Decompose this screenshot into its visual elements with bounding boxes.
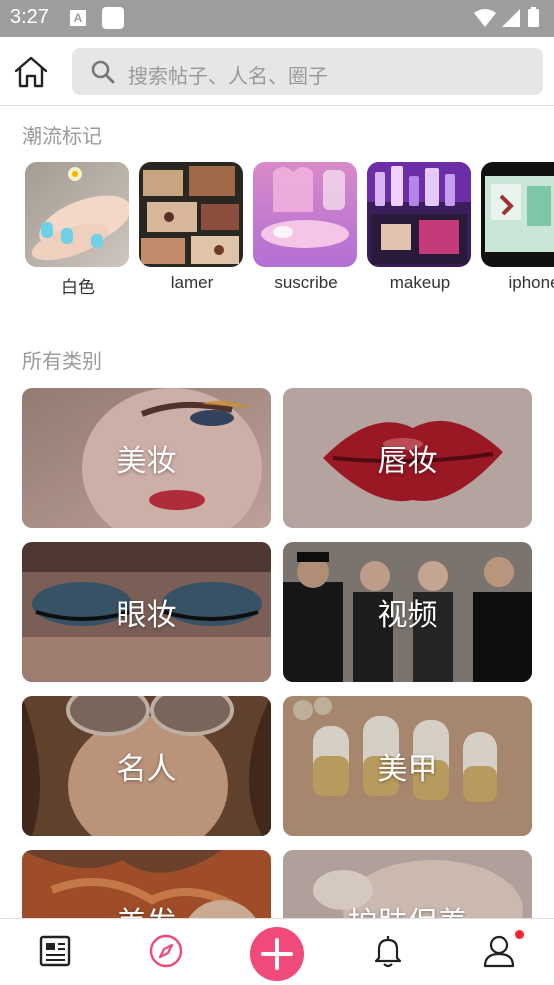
trend-tag-image — [253, 162, 357, 267]
trend-tag-item[interactable]: makeup — [367, 162, 473, 293]
bell-icon[interactable] — [370, 933, 406, 969]
category-tile-celebrity[interactable]: 名人 — [22, 696, 271, 836]
top-bar: 搜索帖子、人名、圈子 — [0, 37, 554, 106]
category-label: 美妆 — [116, 444, 177, 479]
category-label: 美甲 — [377, 752, 438, 787]
trend-tag-image — [25, 162, 129, 267]
category-tile-lip-makeup[interactable]: 唇妆 — [283, 388, 532, 528]
status-time: 3:27 — [10, 6, 49, 28]
category-tile-nails[interactable]: 美甲 — [283, 696, 532, 836]
search-icon — [91, 60, 115, 84]
add-button[interactable] — [250, 927, 304, 981]
feed-icon[interactable] — [38, 933, 74, 969]
trend-tag-item[interactable]: iphone — [481, 162, 554, 293]
battery-icon — [528, 9, 539, 27]
trend-tag-label: 白色 — [61, 278, 95, 297]
trend-tag-item[interactable]: lamer — [139, 162, 245, 293]
trend-tag-label: makeup — [389, 273, 451, 292]
trend-section-title: 潮流标记 — [22, 124, 102, 148]
search-placeholder: 搜索帖子、人名、圈子 — [128, 64, 328, 88]
trend-tag-image — [367, 162, 471, 267]
category-tile-eye-makeup[interactable]: 眼妆 — [22, 542, 271, 682]
category-label: 眼妆 — [116, 598, 177, 633]
trend-tag-item[interactable]: suscribe — [253, 162, 359, 293]
signal-icon — [502, 9, 520, 27]
bottom-nav — [0, 918, 554, 985]
screen: 3:27 A 搜索帖子、人名、圈子 潮流标记 白色 lamer suscribe… — [0, 0, 554, 985]
trend-tag-image — [481, 162, 554, 267]
notification-square-icon — [102, 7, 124, 29]
notification-dot — [515, 930, 524, 939]
profile-icon[interactable] — [481, 933, 517, 969]
trend-tag-label: suscribe — [274, 273, 338, 292]
trend-tag-image — [139, 162, 243, 267]
add-icon — [261, 938, 293, 970]
trend-tag-label: iphone — [508, 273, 554, 292]
status-bar: 3:27 A — [0, 0, 554, 37]
category-label: 视频 — [377, 598, 438, 633]
notification-a-icon: A — [70, 10, 86, 26]
category-label: 名人 — [116, 752, 177, 787]
category-label: 唇妆 — [377, 444, 438, 479]
wifi-icon — [474, 9, 496, 27]
trend-tag-item[interactable]: 白色 — [25, 162, 131, 298]
category-section-title: 所有类别 — [22, 349, 102, 373]
trend-tag-label: lamer — [170, 273, 214, 292]
status-icons — [474, 7, 539, 27]
category-tile-makeup[interactable]: 美妆 — [22, 388, 271, 528]
category-tile-video[interactable]: 视频 — [283, 542, 532, 682]
discover-icon[interactable] — [148, 933, 184, 969]
search-input[interactable]: 搜索帖子、人名、圈子 — [72, 48, 543, 95]
home-icon[interactable] — [12, 53, 50, 91]
